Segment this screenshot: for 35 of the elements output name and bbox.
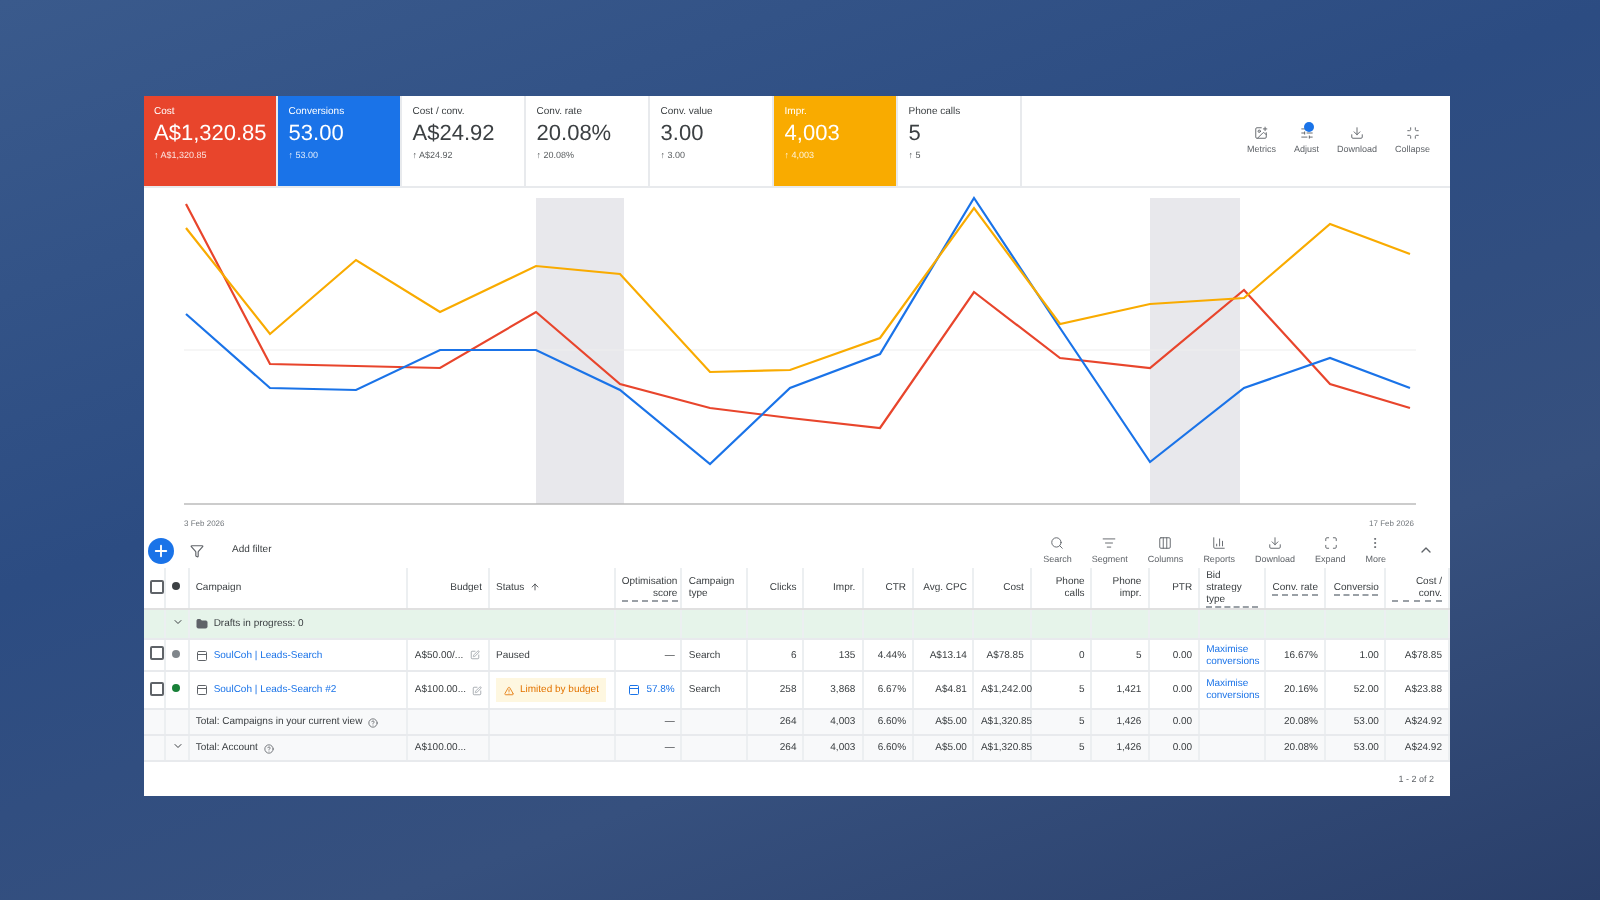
metric-value: 5 (908, 120, 923, 148)
metric-value: 4,003 (784, 120, 842, 148)
columns-icon (1158, 536, 1173, 551)
metric-value: 20.08% (536, 120, 614, 148)
checkbox[interactable] (150, 681, 164, 695)
checkbox[interactable] (150, 579, 164, 593)
chart-icon (1212, 536, 1227, 551)
chevron-down-icon[interactable] (171, 616, 184, 628)
help-icon[interactable] (368, 717, 379, 727)
sliders-icon (1299, 126, 1314, 141)
search-icon (1050, 536, 1065, 551)
metric-value: A$1,320.85 (154, 120, 267, 148)
chevron-down-icon[interactable] (171, 740, 184, 752)
help-icon[interactable] (263, 743, 274, 753)
plus-icon (152, 541, 170, 560)
expand-icon (1323, 536, 1338, 551)
score-icon (628, 684, 641, 696)
add-button[interactable] (148, 537, 174, 564)
download-icon (1267, 536, 1282, 551)
segment-icon (1102, 536, 1117, 551)
sort-arrow-icon[interactable] (530, 582, 541, 593)
metric-value: A$24.92 (412, 120, 497, 148)
metric-value: 53.00 (288, 120, 346, 148)
metric-value: 3.00 (660, 120, 706, 148)
folder-icon (195, 618, 208, 630)
campaign-icon (195, 684, 208, 696)
status-dot-header (171, 582, 180, 590)
checkbox[interactable] (150, 646, 164, 660)
warning-icon (503, 685, 514, 695)
collapse-icon (1405, 126, 1420, 141)
filter-icon[interactable] (190, 543, 204, 558)
download-icon (1349, 126, 1364, 141)
campaign-icon (195, 649, 208, 661)
notification-dot (1304, 122, 1315, 133)
metrics-icon (1254, 126, 1269, 141)
